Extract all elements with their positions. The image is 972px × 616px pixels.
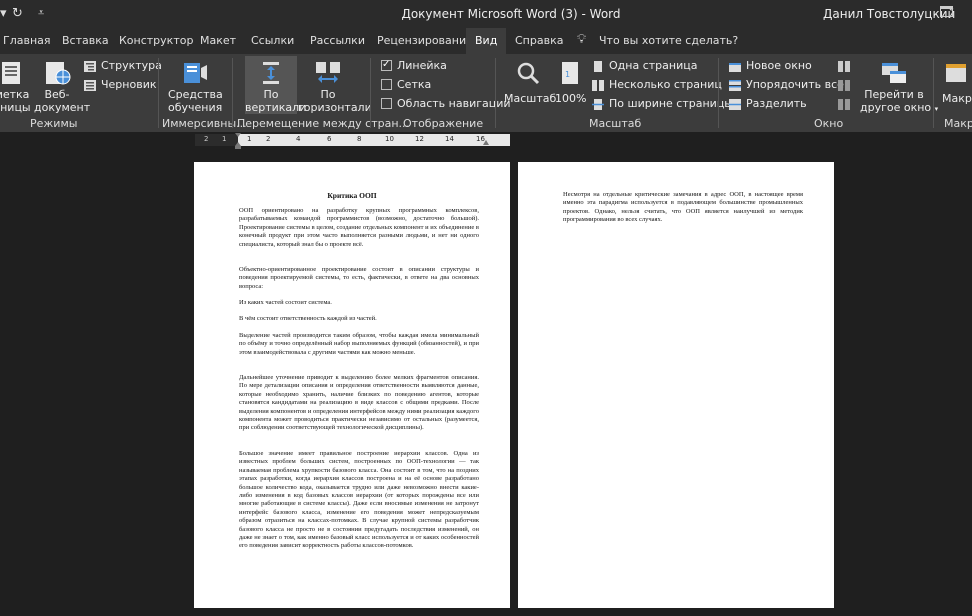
- draft-button[interactable]: Черновик: [84, 77, 157, 93]
- synchronous-scrolling-icon[interactable]: [838, 77, 855, 93]
- paragraph[interactable]: Дальнейшее уточнение приводит к выделени…: [239, 374, 479, 433]
- print-layout-button[interactable]: метка аницы: [0, 60, 32, 114]
- outline-icon: [84, 60, 96, 72]
- print-layout-icon: [0, 60, 26, 86]
- switch-windows-button[interactable]: Перейти в другое окно ▾: [860, 60, 938, 116]
- gridlines-checkbox[interactable]: Сетка: [381, 77, 431, 93]
- ribbon-view: метка аницы Веб- документ Структура Черн…: [0, 54, 972, 132]
- arrange-all-icon: [729, 79, 741, 91]
- horizontal-arrows-icon: [314, 60, 342, 86]
- tab-review[interactable]: Рецензирование: [377, 34, 473, 47]
- tab-design[interactable]: Конструктор: [119, 34, 193, 47]
- new-window-icon: [729, 61, 741, 72]
- right-indent-marker[interactable]: [483, 140, 489, 145]
- ribbon-tabs: Главная Вставка Конструктор Макет Ссылки…: [0, 28, 972, 54]
- horizontal-ruler[interactable]: 2 1 1 2 4 6 8 10 12 14 16: [195, 133, 510, 149]
- paragraph[interactable]: Большое значение имеет правильное постро…: [239, 450, 479, 551]
- zoom-100-button[interactable]: 1 100%: [555, 60, 586, 105]
- group-label-macros: Макро: [944, 117, 972, 130]
- page-width-icon: [592, 98, 604, 110]
- document-page-2[interactable]: Несмотря на отдельные критические замеча…: [518, 162, 834, 608]
- macros-button[interactable]: Макро: [940, 60, 972, 105]
- learning-tools-button[interactable]: Средства обучения: [168, 60, 223, 114]
- tab-view[interactable]: Вид: [466, 28, 507, 54]
- paragraph[interactable]: В чём состоит ответственность каждой из …: [239, 315, 479, 323]
- reset-window-position-icon[interactable]: [838, 96, 855, 112]
- vertical-arrows-icon: [257, 60, 285, 86]
- group-label-zoom: Масштаб: [589, 117, 642, 130]
- navigation-pane-checkbox[interactable]: Область навигации: [381, 96, 511, 112]
- web-layout-icon: [43, 60, 71, 86]
- web-layout-button[interactable]: Веб- документ: [34, 60, 90, 114]
- paragraph[interactable]: Объектно-ориентированное проектирование …: [239, 266, 479, 291]
- multiple-pages-button[interactable]: Несколько страниц: [592, 77, 722, 93]
- heading[interactable]: Критика ООП: [194, 191, 510, 200]
- magnifier-icon: [514, 60, 542, 86]
- chevron-down-icon: ▾: [934, 105, 939, 113]
- navigation-pane-check[interactable]: [381, 97, 392, 109]
- new-window-button[interactable]: Новое окно: [729, 58, 812, 74]
- lightbulb-icon[interactable]: 💡︎: [577, 32, 586, 47]
- paragraph[interactable]: Из каких частей состоит система.: [239, 299, 479, 307]
- zoom-100-icon: 1: [556, 60, 584, 86]
- left-indent-marker[interactable]: [235, 146, 241, 149]
- group-label-page-movement: Перемещение между стран...: [237, 117, 410, 130]
- tab-layout[interactable]: Макет: [200, 34, 236, 47]
- vertical-page-movement-button[interactable]: По вертикали: [245, 60, 306, 114]
- group-label-show: Отображение: [403, 117, 484, 130]
- view-side-by-side-icon[interactable]: [838, 58, 855, 74]
- draft-icon: [84, 79, 96, 91]
- svg-text:1: 1: [565, 70, 570, 79]
- one-page-button[interactable]: Одна страница: [592, 58, 697, 74]
- tab-insert[interactable]: Вставка: [62, 34, 109, 47]
- group-label-window: Окно: [814, 117, 844, 130]
- one-page-icon: [592, 60, 604, 72]
- split-button[interactable]: Разделить: [729, 96, 807, 112]
- tab-help[interactable]: Справка: [515, 34, 563, 47]
- ruler-checkbox[interactable]: Линейка: [381, 57, 447, 74]
- tab-home[interactable]: Главная: [3, 34, 51, 47]
- tab-mailings[interactable]: Рассылки: [310, 34, 365, 47]
- user-name[interactable]: Данил Товстолуцкий: [823, 7, 955, 21]
- tab-references[interactable]: Ссылки: [251, 34, 294, 47]
- group-label-modes: Режимы: [30, 117, 78, 130]
- ruler-check[interactable]: [381, 57, 392, 73]
- group-label-immersive: Иммерсивны...: [162, 117, 247, 130]
- split-icon: [729, 98, 741, 110]
- paragraph[interactable]: ООП ориентировано на разработку крупных …: [239, 207, 479, 249]
- outline-button[interactable]: Структура: [84, 58, 162, 74]
- page-width-button[interactable]: По ширине страницы: [592, 96, 733, 112]
- paragraph[interactable]: Выделение частей производится таким обра…: [239, 332, 479, 357]
- ribbon-display-options-icon[interactable]: [940, 6, 953, 17]
- first-line-indent-marker[interactable]: [235, 133, 241, 137]
- paragraph[interactable]: Несмотря на отдельные критические замеча…: [563, 191, 803, 225]
- arrange-all-button[interactable]: Упорядочить все: [729, 77, 844, 93]
- document-page-1[interactable]: Критика ООП ООП ориентировано на разрабо…: [194, 162, 510, 608]
- multiple-pages-icon: [592, 79, 604, 91]
- title-bar: ▾ ↻ ⩡ Документ Microsoft Word (3) - Word…: [0, 0, 972, 28]
- gridlines-check[interactable]: [381, 78, 392, 90]
- switch-windows-icon: [880, 60, 908, 86]
- side-to-side-button[interactable]: По горизонтали: [298, 60, 372, 114]
- macros-icon: [944, 60, 972, 86]
- zoom-button[interactable]: Масштаб: [504, 60, 556, 105]
- learning-tools-icon: [181, 60, 209, 86]
- tell-me-search[interactable]: Что вы хотите сделать?: [599, 34, 738, 47]
